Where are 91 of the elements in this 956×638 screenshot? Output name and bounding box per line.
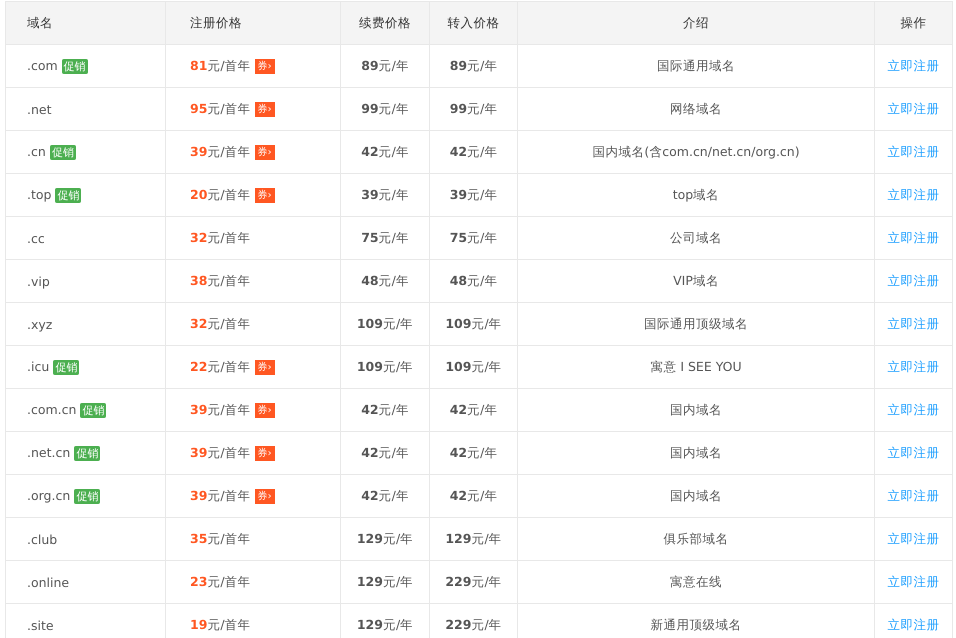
registration-price: 20元/首年 — [190, 186, 251, 202]
transfer-price: 109元/年 — [445, 316, 502, 330]
transfer-price: 129元/年 — [445, 530, 502, 546]
promo-tag: 促销 — [62, 59, 88, 74]
domain-name: .com — [27, 58, 58, 73]
transfer-price: 42元/年 — [450, 488, 498, 502]
domain-description: 国内域名 — [670, 444, 722, 460]
domain-description: 国内域名(含com.cn/net.cn/org.cn) — [592, 144, 800, 158]
renewal-price: 109元/年 — [356, 316, 414, 330]
promo-tag: 促销 — [55, 188, 82, 204]
registration-price: 35元/首年 — [190, 530, 251, 546]
promo-tag: 促销 — [74, 446, 100, 462]
domain-name: .online — [27, 574, 70, 590]
domain-name: .xyz — [27, 316, 52, 332]
column-header: 介绍 — [518, 2, 874, 44]
coupon-tag[interactable]: 券› — [254, 188, 275, 203]
domain-name: .net — [27, 102, 52, 116]
domain-description: 国际通用顶级域名 — [644, 316, 748, 330]
coupon-tag[interactable]: 券› — [254, 144, 275, 160]
coupon-tag[interactable]: 券› — [254, 58, 275, 74]
domain-name: .club — [27, 532, 58, 546]
domain-name: .icu — [27, 358, 50, 374]
domain-description: 新通用顶级域名 — [650, 616, 742, 632]
registration-price: 39元/首年 — [190, 488, 251, 502]
renewal-price: 99元/年 — [361, 100, 409, 116]
transfer-price: 229元/年 — [445, 574, 502, 588]
domain-description: 俱乐部域名 — [664, 530, 728, 546]
renewal-price: 39元/年 — [361, 186, 409, 202]
promo-tag: 促销 — [53, 360, 80, 376]
domain-name: .top — [27, 186, 52, 202]
transfer-price: 89元/年 — [450, 58, 498, 72]
registration-price: 19元/首年 — [190, 616, 251, 632]
renewal-price: 109元/年 — [356, 358, 414, 374]
domain-description: 寓意 I SEE YOU — [650, 358, 742, 374]
registration-price: 32元/首年 — [190, 230, 251, 244]
renewal-price: 42元/年 — [361, 488, 409, 502]
renewal-price: 129元/年 — [356, 574, 414, 588]
column-header: 操作 — [874, 2, 952, 44]
registration-price: 39元/首年 — [190, 402, 251, 416]
domain-description: 国际通用域名 — [657, 58, 735, 72]
domain-description: 网络域名 — [670, 100, 722, 116]
registration-price: 23元/首年 — [190, 574, 251, 588]
domain-name: .org.cn — [27, 488, 70, 503]
renewal-price: 129元/年 — [356, 616, 414, 632]
registration-price: 39元/首年 — [190, 144, 251, 158]
registration-price: 32元/首年 — [190, 316, 251, 330]
domain-description: 国内域名 — [670, 402, 722, 416]
domain-name: .cc — [27, 230, 45, 246]
domain-description: top域名 — [672, 186, 720, 202]
domain-name: .cn — [27, 144, 46, 159]
registration-price: 95元/首年 — [190, 100, 251, 116]
domain-name: .vip — [27, 274, 50, 288]
transfer-price: 42元/年 — [450, 144, 498, 158]
domain-name: .site — [27, 618, 54, 632]
coupon-tag[interactable]: 券› — [254, 488, 275, 504]
renewal-price: 89元/年 — [361, 58, 409, 72]
registration-price: 81元/首年 — [190, 58, 251, 72]
registration-price: 39元/首年 — [190, 444, 251, 460]
renewal-price: 42元/年 — [361, 144, 409, 158]
transfer-price: 229元/年 — [445, 616, 502, 632]
registration-price: 38元/首年 — [190, 272, 251, 288]
transfer-price: 109元/年 — [445, 358, 502, 374]
coupon-tag[interactable]: 券› — [254, 402, 275, 418]
transfer-price: 42元/年 — [450, 402, 498, 416]
renewal-price: 129元/年 — [356, 530, 414, 546]
column-header: 域名 — [6, 2, 166, 44]
domain-name: .com.cn — [27, 402, 76, 417]
domain-description: VIP域名 — [673, 272, 719, 288]
promo-tag: 促销 — [80, 403, 106, 418]
renewal-price: 42元/年 — [361, 402, 409, 416]
transfer-price: 75元/年 — [450, 230, 498, 244]
renewal-price: 48元/年 — [361, 272, 409, 288]
domain-description: 寓意在线 — [670, 574, 722, 588]
domain-description: 国内域名 — [670, 488, 722, 502]
renewal-price: 75元/年 — [361, 230, 409, 244]
column-header: 注册价格 — [166, 2, 340, 44]
transfer-price: 48元/年 — [450, 272, 498, 288]
column-header: 续费价格 — [340, 2, 430, 44]
transfer-price: 99元/年 — [450, 100, 498, 116]
registration-price: 22元/首年 — [190, 358, 251, 374]
domain-name: .net.cn — [27, 444, 70, 460]
coupon-tag[interactable]: 券› — [254, 446, 275, 461]
coupon-tag[interactable]: 券› — [254, 102, 275, 117]
renewal-price: 42元/年 — [361, 444, 409, 460]
domain-description: 公司域名 — [670, 230, 722, 244]
transfer-price: 39元/年 — [450, 186, 498, 202]
transfer-price: 42元/年 — [450, 444, 498, 460]
promo-tag: 促销 — [50, 145, 76, 160]
column-header: 转入价格 — [430, 2, 518, 44]
coupon-tag[interactable]: 券› — [254, 360, 275, 375]
promo-tag: 促销 — [74, 489, 100, 504]
